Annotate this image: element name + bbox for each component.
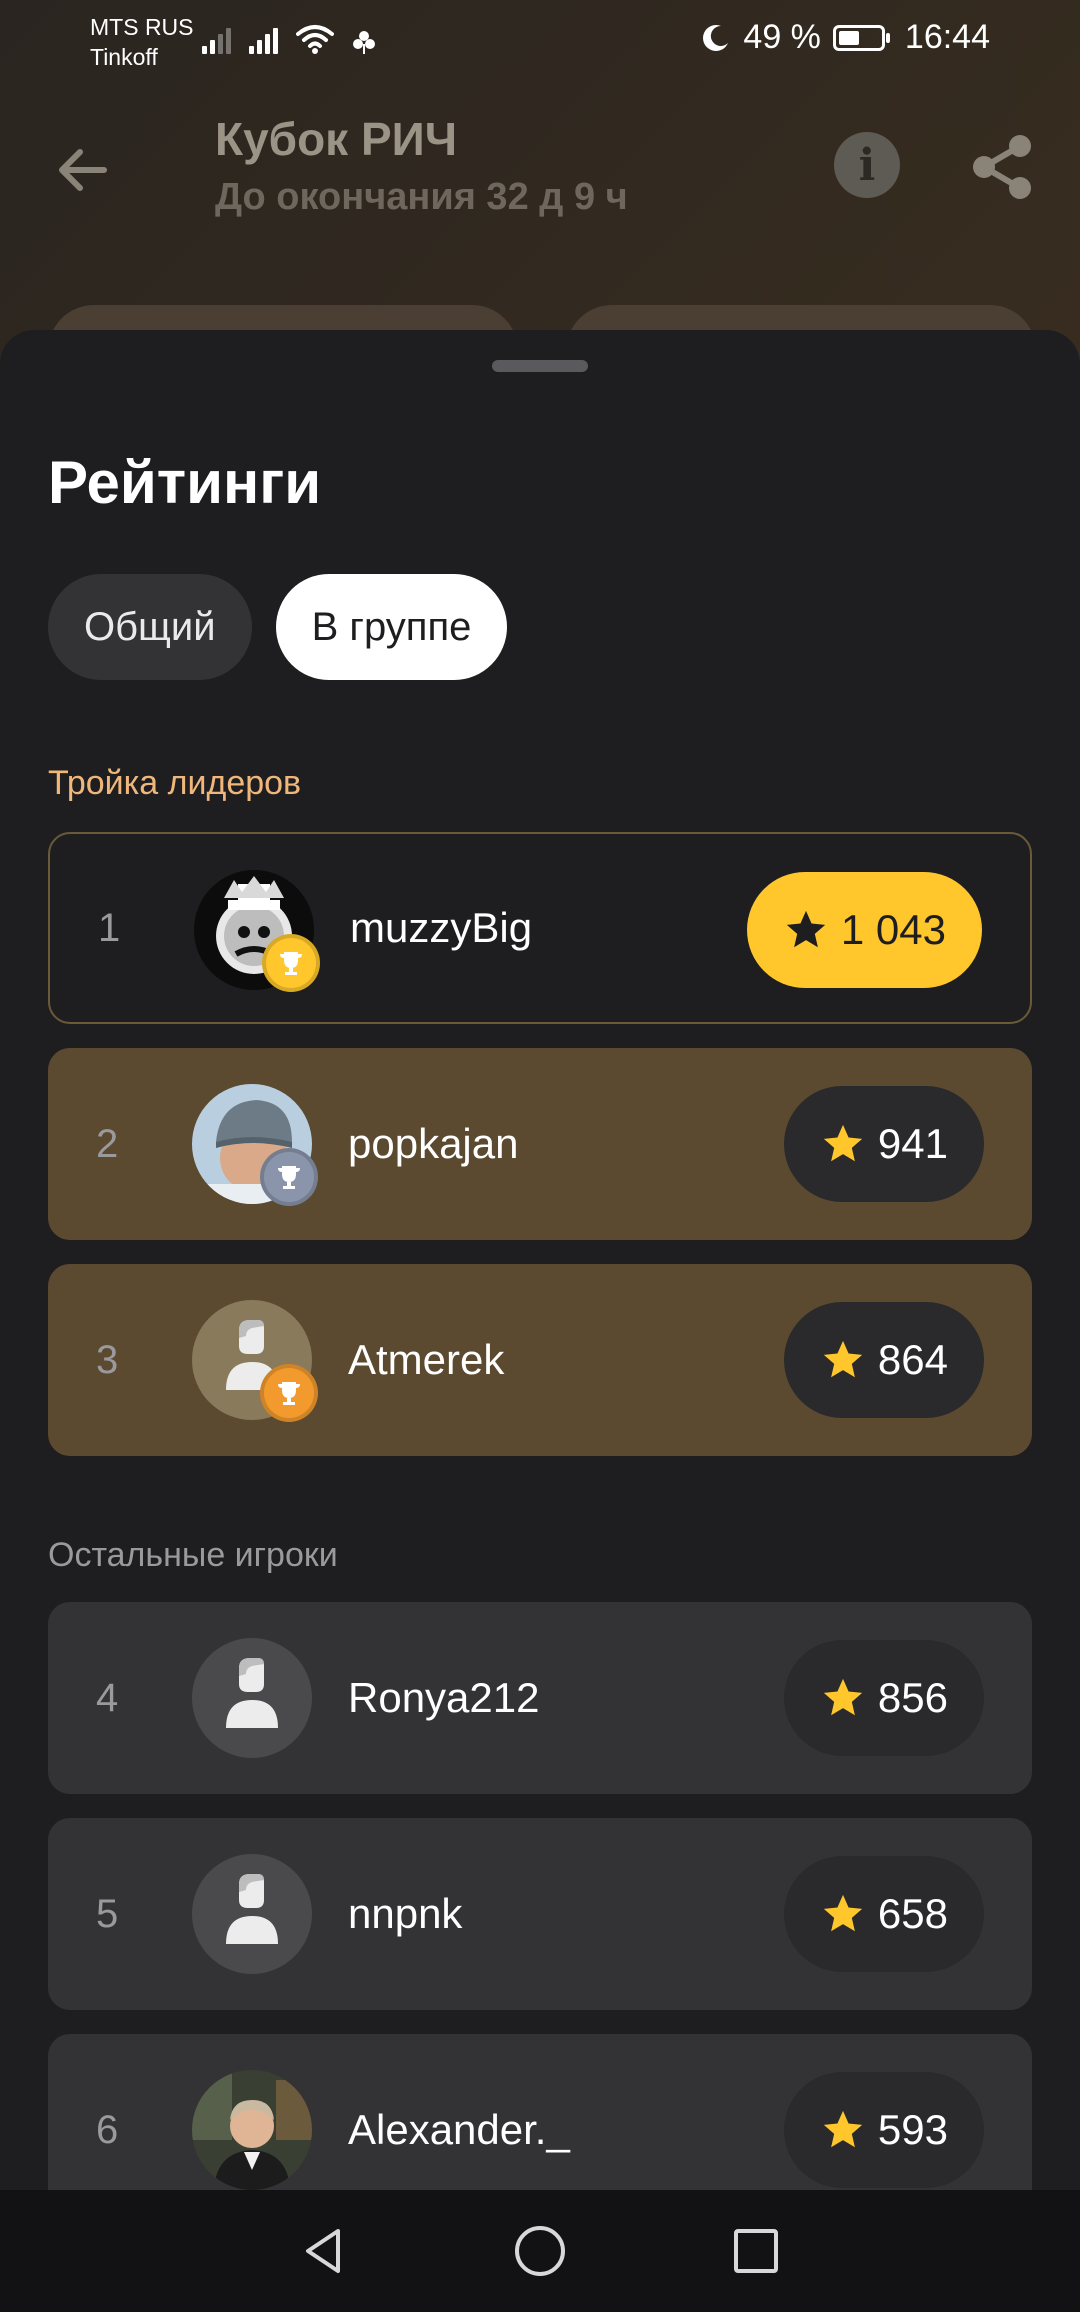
player-name: Atmerek [348,1336,505,1383]
score-value: 941 [877,1120,948,1167]
player-name: Ronya212 [348,1674,540,1721]
rank-number: 6 [96,2107,119,2152]
network-icons [202,20,376,54]
signal-icon [249,20,278,54]
score-badge: 856 [783,1640,984,1756]
rank-number: 5 [96,1891,119,1936]
clock: 16:44 [904,18,990,56]
battery-icon [832,24,890,51]
bronze-trophy-icon [260,1364,318,1422]
leader-row[interactable]: 2 popkajan 941 [48,1048,1032,1240]
back-arrow-icon[interactable] [52,140,112,200]
status-right: 49 % 16:44 [701,18,990,57]
score-badge: 658 [783,1856,984,1972]
page-title: Кубок РИЧ [215,113,458,165]
avatar [192,1854,312,1974]
status-bar: MTS RUS Tinkoff 49 % 16:44 [0,0,1080,80]
system-nav-bar [0,2190,1080,2312]
star-icon [823,1124,863,1162]
rank-number: 3 [96,1337,119,1382]
rank-number: 4 [96,1675,119,1720]
gold-trophy-icon [262,934,320,992]
player-row[interactable]: 4 Ronya212 856 [48,1602,1032,1794]
star-icon [823,1678,863,1716]
rating-tabs: Общий В группе [48,574,508,680]
score-value: 856 [877,1674,948,1721]
star-icon [823,2110,863,2148]
player-name: popkajan [348,1120,519,1167]
player-row[interactable]: 6 Alexander._ 593 [48,2034,1032,2190]
leaders-section-label: Тройка лидеров [48,764,302,802]
back-triangle-icon[interactable] [296,2223,352,2279]
avatar [192,2070,312,2190]
share-icon[interactable] [968,132,1038,202]
rank-number: 1 [98,905,121,950]
player-name: Alexander._ [348,2106,570,2153]
avatar-image [192,2070,312,2190]
ratings-sheet: Рейтинги Общий В группе Тройка лидеров 1 [0,330,1080,2190]
player-row[interactable]: 5 nnpnk 658 [48,1818,1032,2010]
page-subtitle: До окончания 32 д 9 ч [215,176,628,218]
score-badge: 941 [783,1086,984,1202]
others-section-label: Остальные игроки [48,1536,338,1574]
star-icon [823,1894,863,1932]
drag-handle[interactable] [492,360,588,372]
page-header: Кубок РИЧ До окончания 32 д 9 ч i [0,100,1080,230]
avatar [192,1638,312,1758]
info-icon[interactable]: i [834,132,900,198]
carrier-info: MTS RUS Tinkoff [90,12,194,72]
score-badge: 1 043 [746,872,982,988]
score-badge: 864 [783,1302,984,1418]
tab-in-group[interactable]: В группе [275,574,508,680]
home-circle-icon[interactable] [512,2223,568,2279]
player-name: muzzyBig [350,904,533,951]
score-value: 1 043 [840,906,946,953]
tab-general[interactable]: Общий [48,574,252,680]
default-user-icon [226,1658,278,1728]
star-icon [823,1340,863,1378]
screen: MTS RUS Tinkoff 49 % 16:44 Кубок РИЧ До … [0,0,1080,2312]
leader-row[interactable]: 3 Atmerek 864 [48,1264,1032,1456]
player-name: nnpnk [348,1890,463,1937]
signal-icon [202,20,231,54]
leader-row[interactable]: 1 muzzyBig 1 043 [48,832,1032,1024]
rank-number: 2 [96,1121,119,1166]
carrier-1: MTS RUS [90,14,194,40]
score-badge: 593 [783,2072,984,2188]
star-icon [786,910,826,948]
sheet-title: Рейтинги [48,449,322,516]
battery-percent: 49 % [743,18,821,56]
silver-trophy-icon [260,1148,318,1206]
moon-icon [703,24,729,51]
battery-fill [838,30,859,45]
default-user-icon [226,1874,278,1944]
wifi-icon [296,25,334,54]
clover-icon [353,31,375,54]
score-value: 864 [877,1336,948,1383]
carrier-2: Tinkoff [90,44,158,70]
score-value: 658 [877,1890,948,1937]
score-value: 593 [877,2106,948,2153]
recents-square-icon[interactable] [728,2223,784,2279]
